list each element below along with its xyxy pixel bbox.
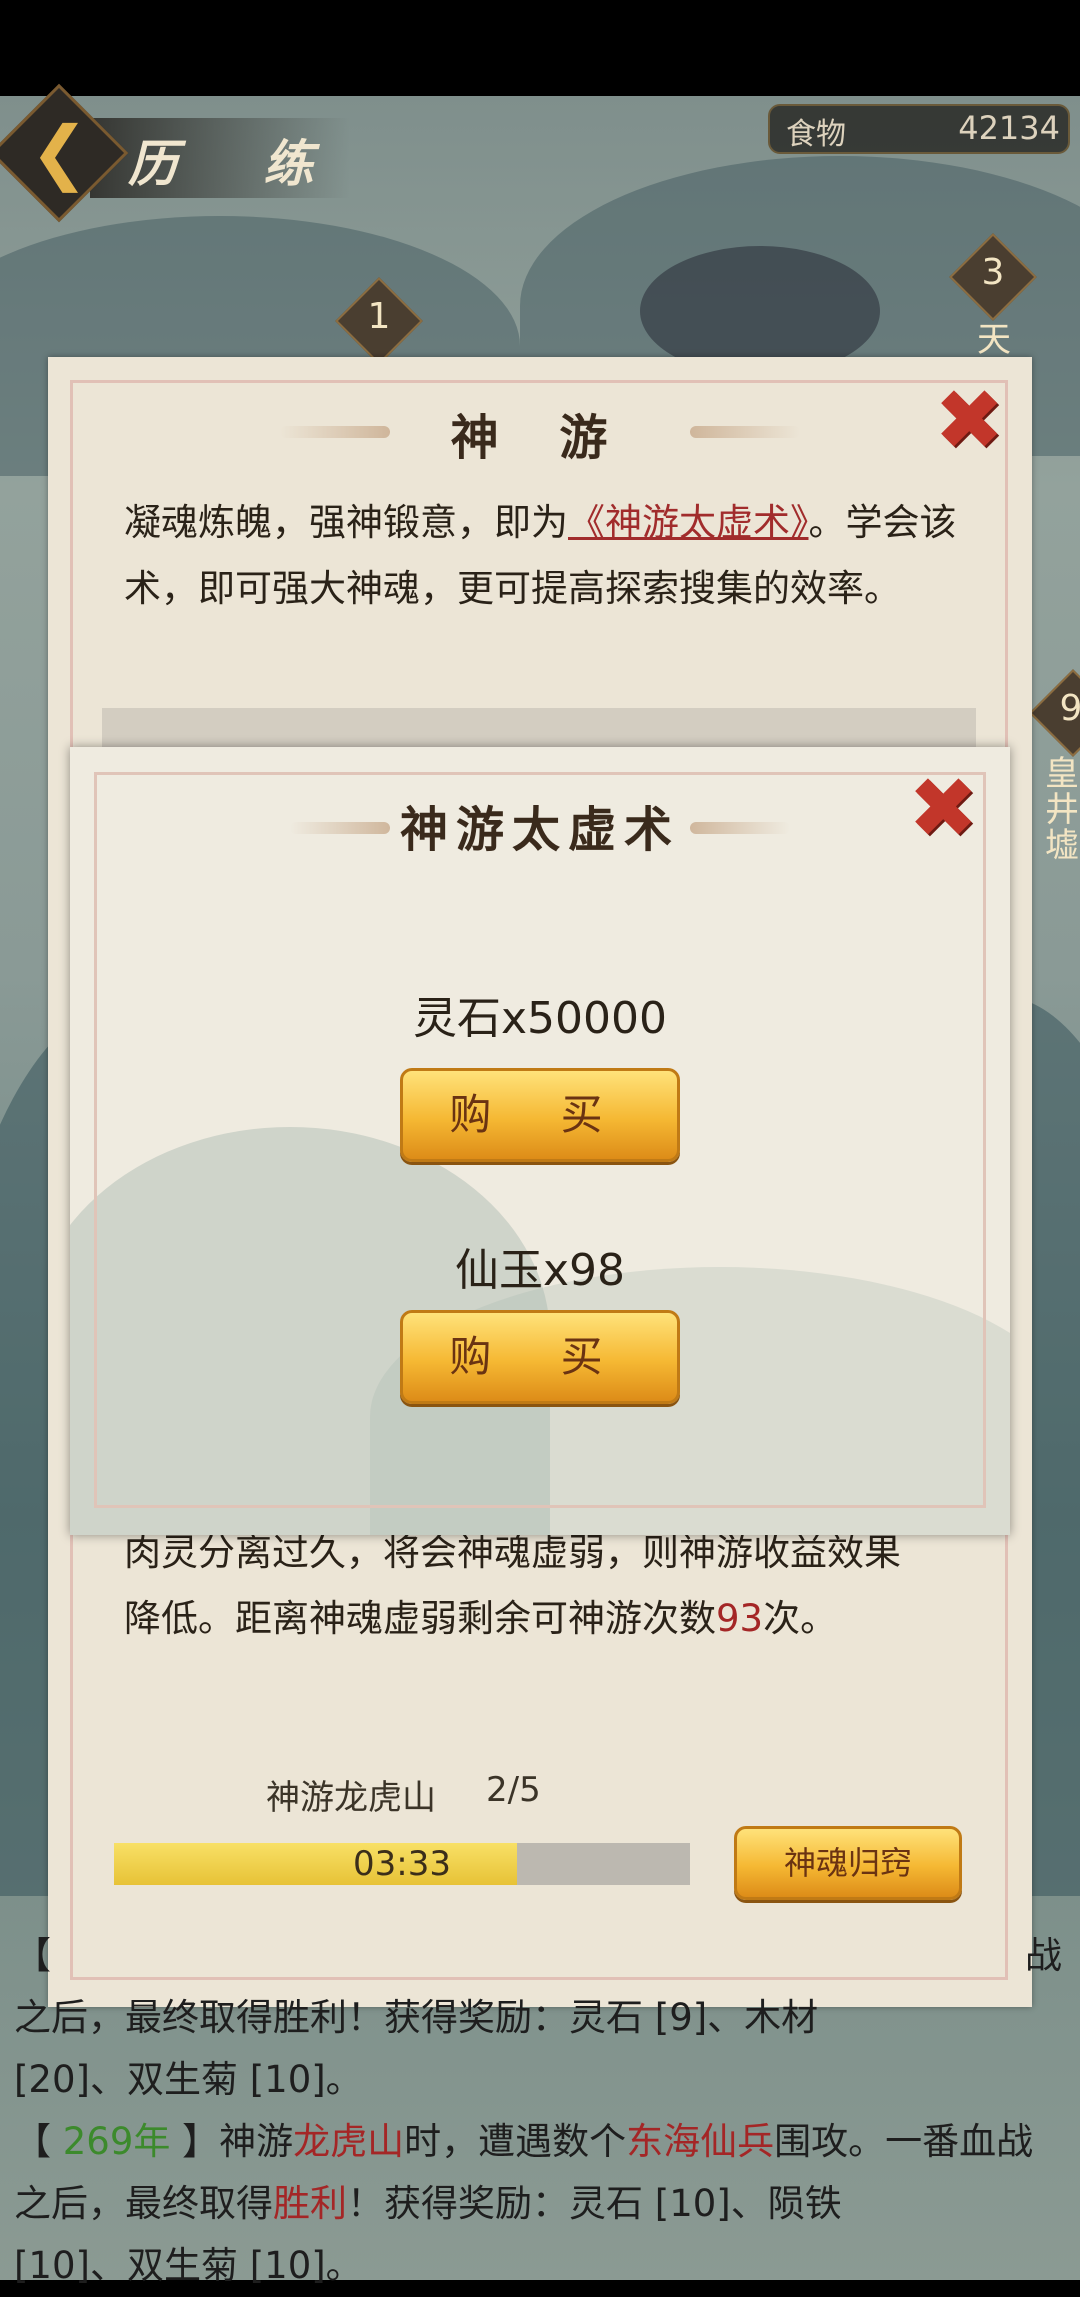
content-band	[102, 708, 976, 748]
trip-count: 2/5	[486, 1770, 541, 1810]
log-open: 【	[14, 2120, 51, 2163]
remaining-prefix: 降低。距离神魂虚弱剩余可神游次数	[124, 1597, 716, 1640]
log-tail: 战	[1025, 1934, 1062, 1977]
log-line: 【战	[14, 1925, 1074, 1987]
back-chevron-icon[interactable]: ❮	[30, 112, 89, 192]
log-enemy: 东海仙兵	[626, 2120, 775, 2163]
title-ornament-right	[690, 426, 800, 438]
log-result: 胜利	[273, 2182, 347, 2225]
map-node-number: 3	[981, 252, 1005, 293]
desc-prefix: 凝魂炼魄，强神锻意，即为	[124, 501, 568, 544]
log-text: 围攻。一番血战	[774, 2120, 1034, 2163]
page-title: 历 练	[128, 134, 348, 193]
map-node-name: 皇井墟	[1045, 754, 1079, 866]
log-place: 龙虎山	[293, 2120, 405, 2163]
food-label: 食物	[786, 117, 846, 152]
log-close: 】	[182, 2120, 220, 2163]
log-line: 之后，最终取得胜利！获得奖励：灵石 [9]、木材	[14, 1996, 819, 2039]
log-text: 之后，最终取得	[14, 2182, 273, 2225]
close-icon[interactable]: ✖	[908, 766, 978, 850]
remaining-count: 93	[716, 1597, 764, 1640]
log-text: 神游	[219, 2120, 294, 2163]
map-node-number: 9	[1059, 688, 1080, 729]
log-year: 269年	[51, 2120, 183, 2163]
trip-location: 神游龙虎山	[266, 1778, 436, 1818]
log-entry: 【 269年 】神游龙虎山时，遭遇数个东海仙兵围攻。一番血战	[14, 2111, 1074, 2173]
skill-link[interactable]: 《神游太虚术》	[568, 501, 809, 544]
remaining-suffix: 次。	[763, 1597, 838, 1640]
option1-price: 灵石x50000	[412, 993, 667, 1044]
battle-log: 【战 之后，最终取得胜利！获得奖励：灵石 [9]、木材 [20]、双生菊 [10…	[14, 1925, 1074, 2297]
close-icon[interactable]: ✖	[934, 378, 1004, 462]
food-value: 42134	[958, 109, 1060, 147]
title-ornament-left	[280, 426, 390, 438]
log-line: [20]、双生菊 [10]。	[14, 2058, 363, 2101]
return-soul-button[interactable]: 神魂归窍	[734, 1826, 962, 1900]
log-text: 时，遭遇数个	[404, 2120, 627, 2163]
title-ornament-left	[290, 822, 390, 834]
log-text: ！获得奖励：灵石 [10]、陨铁	[347, 2182, 842, 2225]
log-bracket: 【	[14, 1934, 51, 1977]
option2-price: 仙玉x98	[454, 1245, 626, 1296]
notice-line-2: 降低。距离神魂虚弱剩余可神游次数93次。	[124, 1586, 964, 1652]
panel-title: 神 游	[450, 410, 630, 466]
buy-with-spirit-stone-button[interactable]: 购 买	[400, 1068, 680, 1162]
popup-title: 神游太虚术	[399, 802, 680, 858]
status-bar	[0, 0, 1080, 96]
map-node-name: 天	[977, 320, 1011, 360]
trip-timer: 03:33	[353, 1844, 451, 1884]
buy-with-jade-button[interactable]: 购 买	[400, 1310, 680, 1404]
log-line: [10]、双生菊 [10]。	[14, 2244, 363, 2287]
weakness-notice: 肉灵分离过久，将会神魂虚弱，则神游收益效果 降低。距离神魂虚弱剩余可神游次数93次…	[124, 1520, 964, 1652]
panel-description: 凝魂炼魄，强神锻意，即为《神游太虚术》。学会该术，即可强大神魂，更可提高探索搜集…	[124, 490, 964, 622]
map-node-number: 1	[367, 296, 391, 337]
log-line: 之后，最终取得胜利！获得奖励：灵石 [10]、陨铁	[14, 2173, 1074, 2235]
title-ornament-right	[690, 822, 790, 834]
